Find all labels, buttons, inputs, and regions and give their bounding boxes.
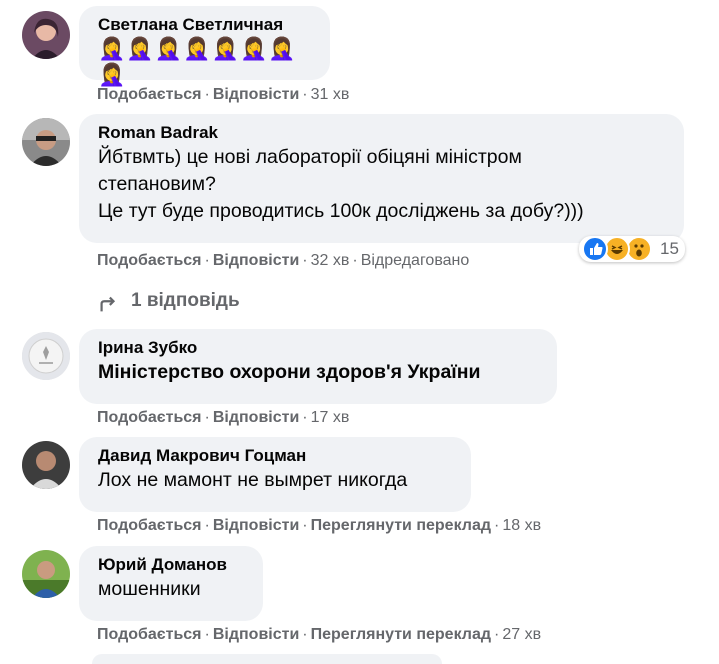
next-comment-bubble: [92, 654, 442, 664]
comment-text: 🤦‍♀️🤦‍♀️🤦‍♀️🤦‍♀️🤦‍♀️🤦‍♀️🤦‍♀️🤦‍♀️: [98, 36, 297, 87]
like-action[interactable]: Подобається: [97, 409, 202, 426]
replies-label[interactable]: 1 відповідь: [131, 290, 240, 312]
comment-bubble: Roman Badrak Йбтвмть) це нові лабораторі…: [79, 114, 684, 243]
comment-bubble: Давид Макрович Гоцман Лох не мамонт не в…: [79, 437, 471, 512]
comment-text-line: Йбтвмть) це нові лабораторії обіцяні мін…: [98, 146, 522, 168]
comment-actions: Подобається · Відповісти · 17 хв: [97, 409, 350, 426]
avatar[interactable]: [22, 550, 70, 598]
timestamp[interactable]: 31 хв: [311, 86, 350, 103]
timestamp[interactable]: 18 хв: [502, 517, 541, 534]
comment-author[interactable]: Ірина Зубко: [98, 337, 539, 359]
like-action[interactable]: Подобається: [97, 252, 202, 269]
reply-action[interactable]: Відповісти: [213, 252, 299, 269]
reply-action[interactable]: Відповісти: [213, 409, 299, 426]
avatar[interactable]: [22, 11, 70, 59]
comment-author[interactable]: Светлана Светличная: [98, 14, 312, 36]
comment-actions: Подобається · Відповісти · Переглянути перек…: [97, 517, 542, 534]
timestamp[interactable]: 32 хв: [311, 252, 350, 269]
comment-text-line: степановим?: [98, 173, 216, 195]
reactions-summary[interactable]: 15: [579, 236, 685, 262]
comment-text: мошенники: [98, 578, 201, 600]
translate-action[interactable]: Переглянути переклад: [311, 626, 491, 643]
timestamp[interactable]: 17 хв: [311, 409, 350, 426]
avatar[interactable]: [22, 118, 70, 166]
like-action[interactable]: Подобається: [97, 86, 202, 103]
translate-action[interactable]: Переглянути переклад: [311, 517, 491, 534]
comment-bubble: Ірина Зубко Міністерство охорони здоров'…: [79, 329, 557, 404]
comment-text-line: Це тут буде проводитись 100к досліджень …: [98, 200, 584, 222]
reactions-count: 15: [660, 239, 679, 258]
reply-action[interactable]: Відповісти: [213, 86, 299, 103]
view-replies-link[interactable]: 1 відповідь: [97, 287, 240, 315]
reply-action[interactable]: Відповісти: [213, 626, 299, 643]
comment-bubble: Светлана Светличная 🤦‍♀️🤦‍♀️🤦‍♀️🤦‍♀️🤦‍♀️…: [79, 6, 330, 87]
timestamp[interactable]: 27 хв: [502, 626, 541, 643]
comment-author[interactable]: Давид Макрович Гоцман: [98, 445, 453, 467]
edited-label: Відредаговано: [360, 252, 470, 269]
avatar[interactable]: [22, 441, 70, 489]
avatar[interactable]: [22, 332, 70, 380]
comment-actions: Подобається · Відповісти · 31 хв: [97, 86, 350, 103]
comment-text: Лох не мамонт не вымрет никогда: [98, 469, 408, 491]
like-action[interactable]: Подобається: [97, 517, 202, 534]
comment-bubble: Юрий Доманов мошенники: [79, 546, 263, 621]
reply-arrow-icon: [97, 287, 119, 315]
comment-text[interactable]: Міністерство охорони здоров'я України: [98, 359, 539, 386]
like-icon: [582, 236, 608, 262]
comment-author[interactable]: Юрий Доманов: [98, 554, 245, 576]
reply-action[interactable]: Відповісти: [213, 517, 299, 534]
comment-actions: Подобається · Відповісти · Переглянути перек…: [97, 626, 542, 643]
like-action[interactable]: Подобається: [97, 626, 202, 643]
comment-actions: Подобається · Відповісти · 32 хв · Відредагова…: [97, 252, 470, 269]
comment-author[interactable]: Roman Badrak: [98, 122, 666, 144]
